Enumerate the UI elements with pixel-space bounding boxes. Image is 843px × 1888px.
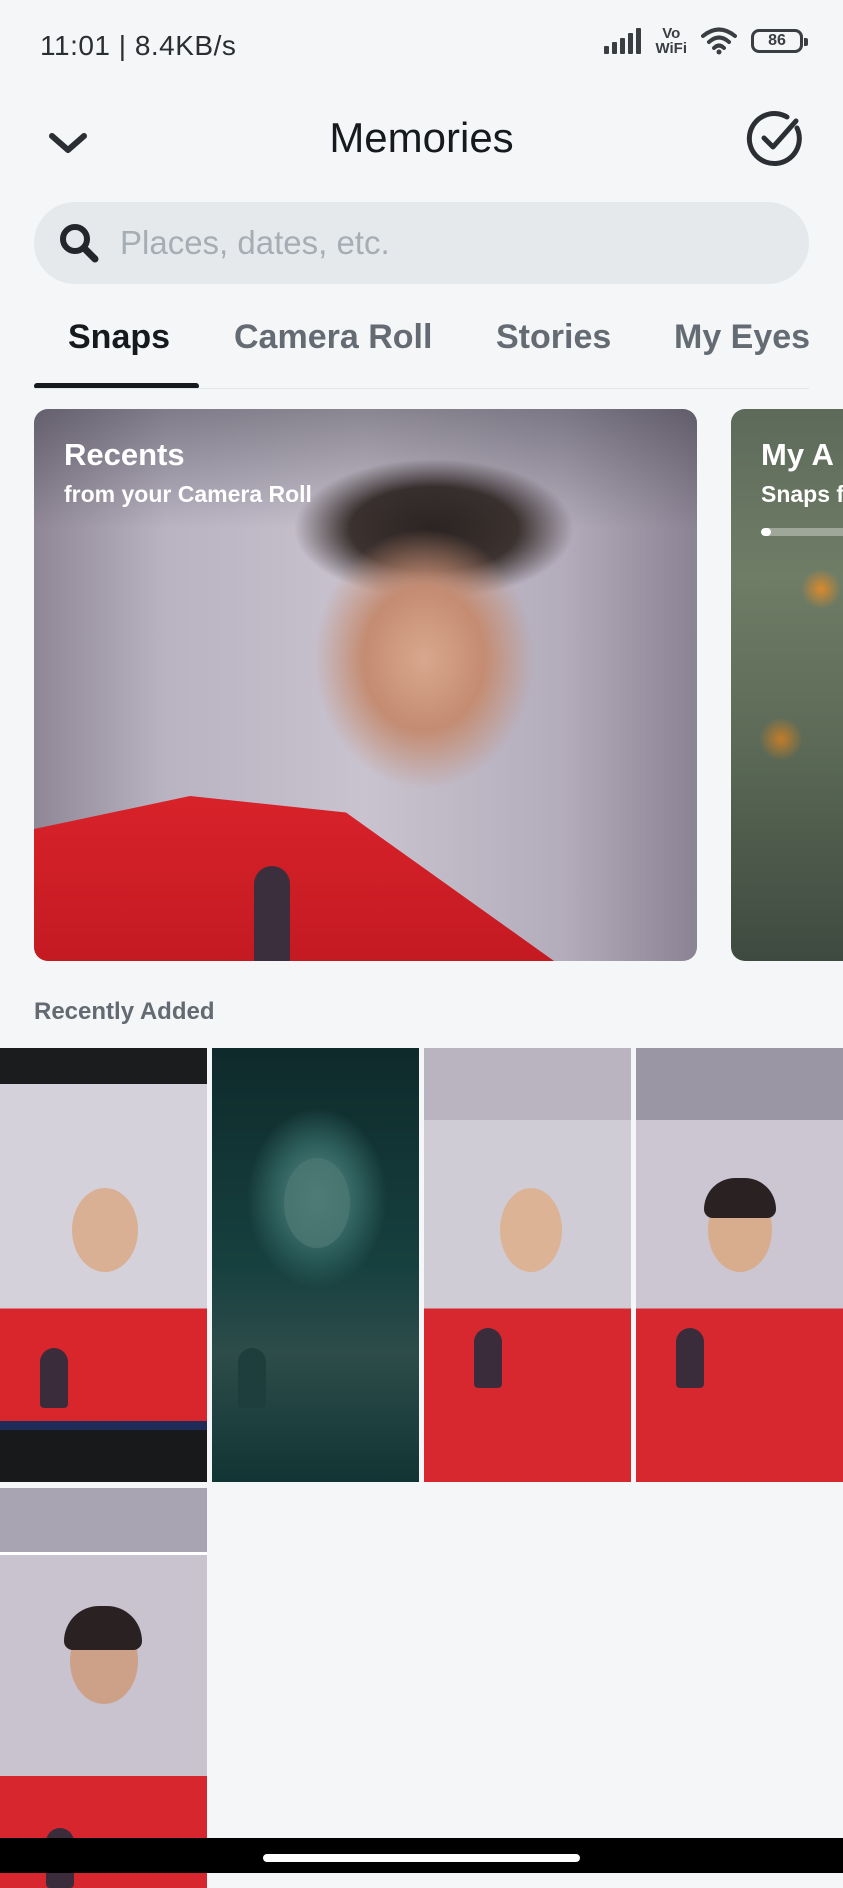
header: Memories	[0, 100, 843, 180]
memory-thumbnail[interactable]	[212, 1048, 419, 1482]
recents-card[interactable]: Recents from your Camera Roll	[34, 409, 697, 961]
battery-icon: 86	[751, 29, 808, 53]
status-bar: 11:01 | 8.4KB/s Vo WiFi 86	[0, 0, 843, 90]
tab-bar: Snaps Camera Roll Stories My Eyes	[0, 310, 843, 390]
status-time: 11:01 | 8.4KB/s	[40, 30, 237, 61]
my-ai-card[interactable]: My A Snaps f	[731, 409, 843, 961]
my-ai-card-subtitle: Snaps f	[761, 481, 843, 507]
my-ai-card-title: My A	[761, 437, 834, 472]
memory-thumbnail[interactable]	[0, 1048, 207, 1482]
signal-icon	[604, 28, 642, 54]
battery-level: 86	[768, 32, 786, 49]
wifi-icon	[701, 27, 737, 55]
tab-my-eyes[interactable]: My Eyes	[674, 318, 810, 357]
memory-thumbnail[interactable]	[424, 1048, 631, 1482]
tab-stories[interactable]: Stories	[496, 318, 611, 357]
recents-card-title: Recents	[64, 437, 185, 472]
search-input[interactable]	[120, 202, 780, 284]
search-icon	[60, 224, 99, 263]
check-circle-icon[interactable]	[745, 108, 807, 170]
system-nav-bar	[0, 1838, 843, 1873]
recents-card-image	[34, 796, 554, 961]
recently-added-title: Recently Added	[34, 998, 215, 1025]
recents-card-subtitle: from your Camera Roll	[64, 481, 312, 507]
tab-camera-roll[interactable]: Camera Roll	[234, 318, 432, 357]
memory-thumbnail[interactable]	[636, 1048, 843, 1482]
search-bar[interactable]	[34, 202, 809, 284]
page-title: Memories	[329, 114, 514, 161]
status-icons: Vo WiFi 86	[604, 25, 808, 57]
my-ai-card-progress	[761, 528, 843, 536]
vowifi-indicator: Vo WiFi	[655, 25, 687, 57]
tab-snaps[interactable]: Snaps	[68, 318, 170, 357]
home-indicator[interactable]	[263, 1854, 580, 1862]
tab-divider	[34, 388, 809, 389]
memory-thumbnail[interactable]	[0, 1488, 207, 1888]
